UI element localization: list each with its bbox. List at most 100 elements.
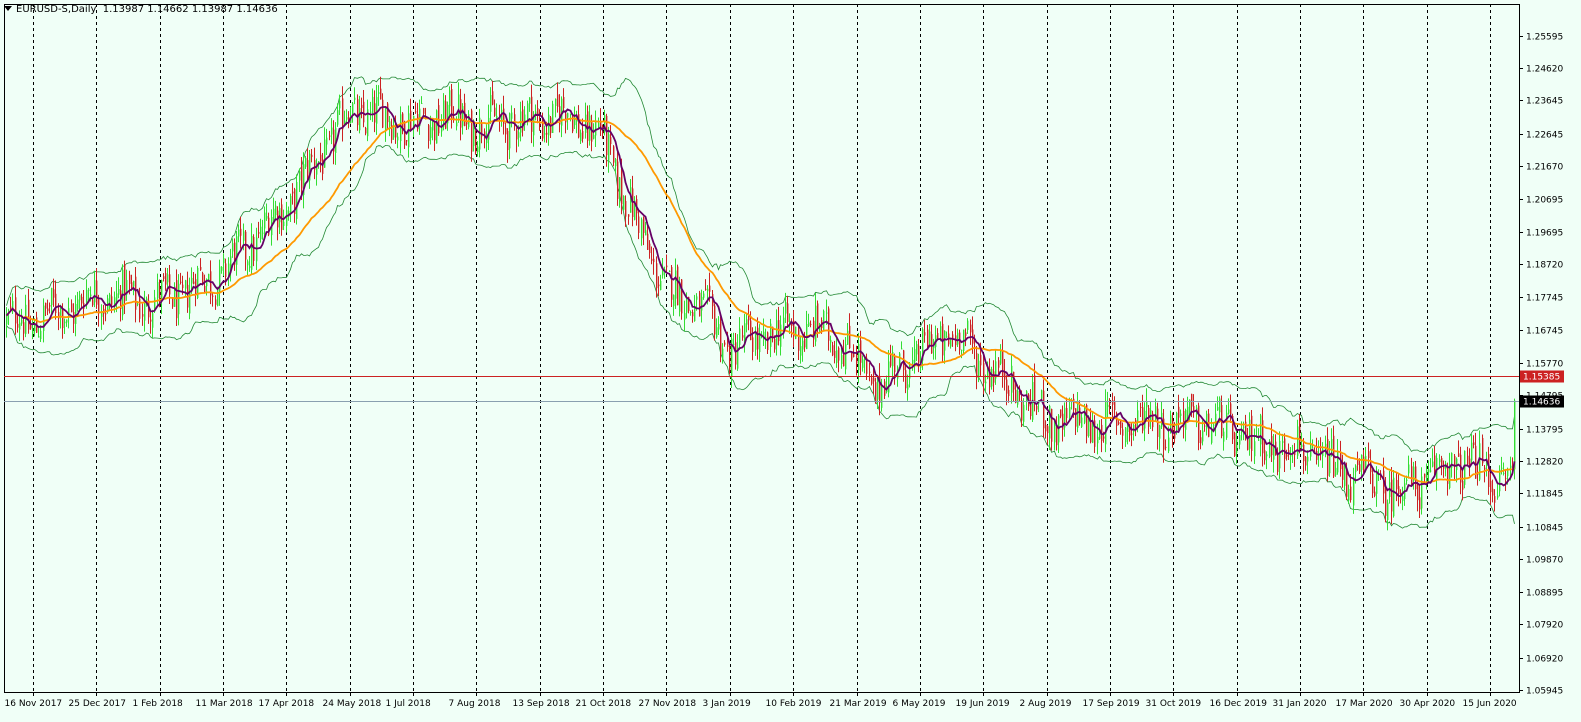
candle-body	[1348, 488, 1350, 501]
candle-body	[1307, 456, 1309, 462]
candle-body	[871, 377, 873, 384]
candle-body	[1041, 390, 1043, 399]
candle-body	[1387, 502, 1389, 520]
candle-body	[1303, 444, 1305, 462]
candle-body	[215, 299, 217, 305]
candle-body	[232, 243, 234, 252]
x-tick-label: 16 Nov 2017	[5, 699, 63, 709]
candle-body	[1228, 409, 1230, 414]
candle-body	[1316, 450, 1318, 460]
candle-body	[834, 350, 836, 358]
candle-body	[1494, 496, 1496, 503]
y-tick-label: 1.23645	[1526, 97, 1563, 107]
candle-body	[529, 97, 531, 104]
candle-body	[1133, 424, 1135, 433]
candle-body	[1069, 407, 1071, 418]
candle-body	[978, 360, 980, 379]
candle-body	[875, 382, 877, 404]
candle-body	[1426, 469, 1428, 484]
candle-body	[1000, 349, 1002, 364]
candle-body	[967, 320, 969, 330]
candle-body	[946, 336, 948, 338]
candle-body	[755, 333, 757, 350]
candle-body	[161, 280, 163, 301]
x-tick-label: 3 Jan 2019	[703, 699, 751, 709]
candle-body	[1490, 480, 1492, 493]
candle-body	[122, 269, 124, 316]
candle-body	[152, 313, 154, 328]
candle-body	[238, 229, 240, 237]
candle-body	[838, 347, 840, 361]
candle-body	[1266, 454, 1268, 457]
candle-body	[929, 331, 931, 346]
candle-body	[1045, 424, 1047, 432]
candle-body	[1239, 435, 1241, 445]
candle-body	[200, 266, 202, 270]
candle-body	[1180, 413, 1182, 416]
candle-body	[30, 325, 32, 329]
candle-body	[853, 353, 855, 357]
x-tick-label: 24 May 2018	[323, 699, 382, 709]
candle-body	[1090, 419, 1092, 443]
candle-body	[354, 97, 356, 100]
candle-body	[1484, 467, 1486, 470]
candle-body	[531, 96, 533, 132]
candle-body	[352, 103, 354, 115]
candle-body	[841, 355, 843, 364]
candle-body	[998, 360, 1000, 368]
candle-body	[1105, 400, 1107, 445]
candle-body	[961, 349, 963, 351]
candle-body	[1008, 389, 1010, 397]
candle-body	[376, 97, 378, 124]
candle-body	[724, 342, 726, 345]
candle-body	[527, 103, 529, 121]
y-tick-label: 1.09870	[1526, 556, 1563, 566]
candle-body	[253, 236, 255, 261]
candle-body	[722, 348, 724, 360]
candle-body	[709, 285, 711, 292]
candle-body	[1245, 421, 1247, 434]
candle-body	[826, 312, 828, 314]
candle-body	[1155, 406, 1157, 422]
candle-body	[167, 274, 169, 283]
candle-body	[53, 289, 55, 298]
candle-body	[1234, 432, 1236, 457]
candle-body	[331, 127, 333, 135]
candle-body	[370, 111, 372, 113]
candle-body	[436, 110, 438, 144]
candle-body	[1458, 453, 1460, 457]
candle-body	[808, 322, 810, 326]
candle-body	[509, 113, 511, 149]
candle-body	[881, 384, 883, 408]
candle-body	[858, 343, 860, 371]
candle-body	[1350, 486, 1352, 501]
candle-body	[185, 280, 187, 289]
candle-body	[1034, 375, 1036, 403]
price-chart[interactable]: 1.153851.14636 16 Nov 2017 25 Dec 2017 1 F…	[0, 0, 1581, 722]
x-tick-label: 13 Sep 2018	[513, 699, 570, 709]
candle-body	[144, 301, 146, 321]
y-tick-label: 1.05945	[1526, 687, 1563, 697]
candle-body	[735, 342, 737, 365]
candle-body	[582, 131, 584, 139]
candle-body	[802, 340, 804, 350]
candle-body	[247, 261, 249, 266]
candle-body	[359, 108, 361, 131]
candle-body	[1198, 405, 1200, 444]
candle-body	[716, 327, 718, 338]
candle-body	[471, 110, 473, 152]
candle-body	[625, 201, 627, 217]
candle-body	[658, 284, 660, 287]
candle-body	[1097, 436, 1099, 444]
candle-body	[260, 226, 262, 240]
candle-body	[666, 265, 668, 268]
candle-body	[1376, 472, 1378, 494]
candle-body	[1305, 456, 1307, 466]
candle-body	[38, 336, 40, 338]
candle-body	[1346, 471, 1348, 497]
candle-body	[81, 296, 83, 304]
candle-body	[1043, 390, 1045, 429]
candle-body	[1109, 400, 1111, 405]
candle-body	[774, 338, 776, 350]
candle-body	[363, 101, 365, 123]
